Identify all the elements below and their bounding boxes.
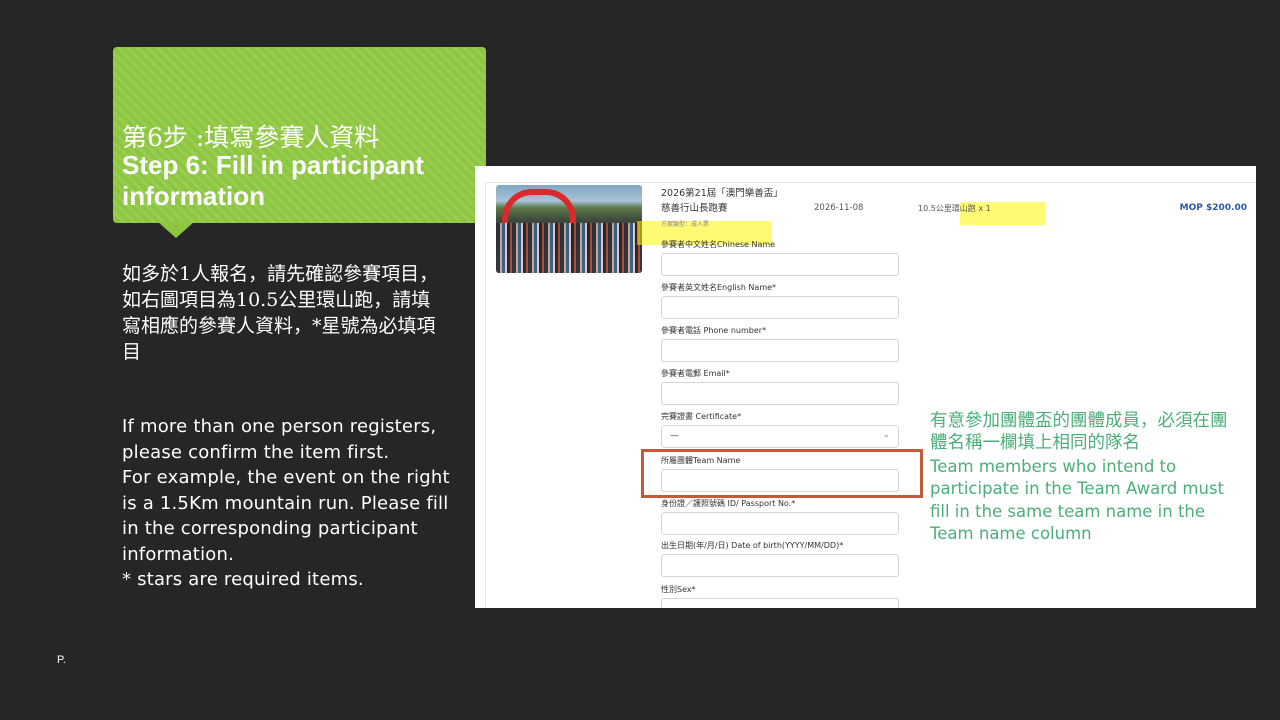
event-item: 10.5公里環山跑 x 1 (918, 204, 991, 213)
certificate-select[interactable]: — ⌄ (661, 425, 899, 448)
birth-date-input[interactable] (661, 554, 899, 577)
birth-date-label: 出生日期(年/月/日) Date of birth(YYYY/MM/DD)* (661, 541, 844, 550)
id-passport-input[interactable] (661, 512, 899, 535)
team-award-note-en: Team members who intend to participate i… (930, 457, 1225, 543)
callout-pointer (158, 222, 194, 238)
chevron-down-icon: ⌄ (882, 430, 890, 440)
certificate-label: 完賽證書 Certificate* (661, 412, 742, 421)
finish-arch-shape (502, 189, 576, 225)
email-label: 參賽者電郵 Email* (661, 369, 730, 378)
step-title-en: Step 6: Fill in participant information (122, 150, 424, 211)
english-name-label: 參賽者英文姓名English Name* (661, 283, 777, 292)
runners-crowd-shape (496, 223, 642, 273)
chinese-name-label: 參賽者中文姓名Chinese Name (661, 240, 776, 249)
event-photo (496, 185, 642, 273)
phone-input[interactable] (661, 339, 899, 362)
email-input[interactable] (661, 382, 899, 405)
step-title-zh: 第6步 :填寫參賽人資料 (122, 123, 380, 152)
team-name-highlight-box (641, 449, 923, 498)
chinese-name-input[interactable] (661, 253, 899, 276)
sex-select[interactable] (661, 598, 899, 608)
instruction-line: If more than one person registers, pleas… (122, 416, 437, 463)
instruction-line: * stars are required items. (122, 569, 364, 590)
id-passport-label: 身份證／護照號碼 ID/ Passport No.* (661, 499, 796, 508)
event-date: 2026-11-08 (814, 203, 864, 213)
instructions-zh: 如多於1人報名，請先確認參賽項目，如右圖項目為10.5公里環山跑，請填寫相應的參… (122, 263, 439, 363)
ticket-type: 方案類型：成人票 (661, 221, 710, 228)
slide: 第6步 :填寫參賽人資料 Step 6: Fill in participant… (0, 0, 1280, 720)
event-name: 2026第21屆「澳門樂善盃」慈善行山長跑賽 (661, 188, 783, 214)
certificate-selected-value: — (670, 431, 679, 441)
event-price: MOP $200.00 (1179, 203, 1247, 213)
english-name-input[interactable] (661, 296, 899, 319)
instruction-line: For example, the event on the right is a… (122, 467, 450, 565)
page-number-label: P. (57, 654, 66, 666)
phone-label: 參賽者電話 Phone number* (661, 326, 767, 335)
team-award-note-zh: 有意參加團體盃的團體成員，必須在團體名稱一欄填上相同的隊名 (930, 411, 1228, 453)
instructions-en: If more than one person registers, pleas… (122, 414, 452, 593)
sex-label: 性別Sex* (661, 585, 696, 594)
